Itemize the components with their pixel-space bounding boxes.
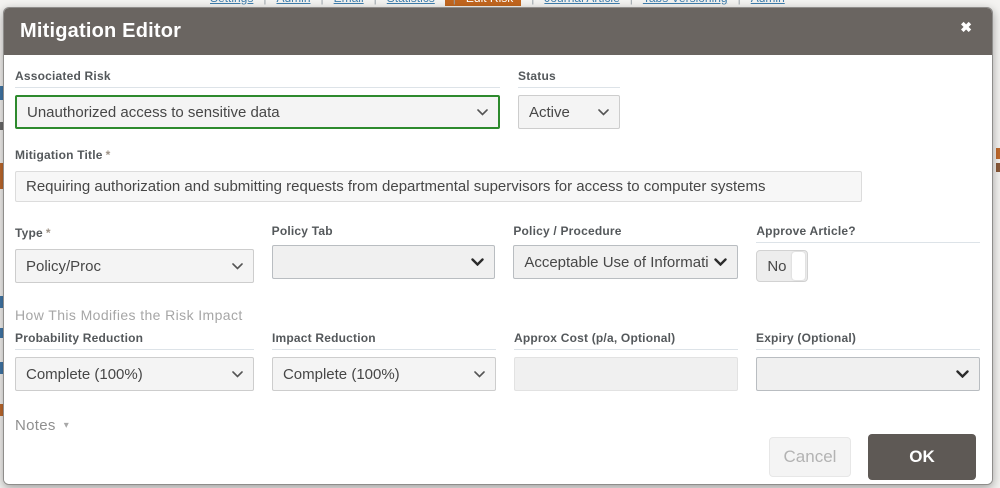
close-icon[interactable]: ✖	[956, 18, 976, 36]
policy-procedure-label: Policy / Procedure	[513, 224, 738, 238]
status-label: Status	[518, 69, 620, 88]
row-mitigation-title: Mitigation Title* Requiring authorizatio…	[15, 146, 862, 202]
mitigation-title-label: Mitigation Title	[15, 148, 103, 162]
row-type-policy: Type* Policy/Proc Policy Tab Policy / Pr…	[15, 224, 980, 283]
notes-expander[interactable]: Notes ▾	[15, 417, 980, 434]
probability-reduction-label: Probability Reduction	[15, 331, 254, 350]
notes-label: Notes	[15, 417, 56, 434]
cancel-button[interactable]: Cancel	[769, 437, 851, 477]
policy-tab-label: Policy Tab	[272, 224, 496, 238]
required-asterisk: *	[106, 148, 111, 162]
dialog-header: Mitigation Editor ✖	[4, 8, 992, 55]
impact-reduction-select[interactable]: Complete (100%)	[272, 357, 496, 391]
expiry-select[interactable]	[756, 357, 980, 391]
type-select[interactable]: Policy/Proc	[15, 249, 254, 283]
background-nav-links: Settings Admin Email Statistics Edit Ris…	[210, 0, 785, 7]
background-link[interactable]: Settings	[210, 0, 253, 6]
policy-procedure-value: Acceptable Use of Informati	[524, 254, 708, 271]
approve-article-label: Approve Article?	[756, 224, 980, 243]
mitigation-title-value: Requiring authorization and submitting r…	[26, 178, 766, 195]
dialog-footer: Cancel OK	[15, 434, 980, 482]
associated-risk-value: Unauthorized access to sensitive data	[27, 104, 471, 121]
dialog-title: Mitigation Editor	[20, 20, 181, 43]
type-value: Policy/Proc	[26, 258, 226, 275]
required-asterisk: *	[46, 226, 51, 240]
background-link[interactable]: Tabs Versioning	[630, 0, 728, 6]
expiry-label: Expiry (Optional)	[756, 331, 980, 350]
row-reductions-cost-expiry: Probability Reduction Complete (100%) Im…	[15, 331, 980, 391]
approve-article-toggle[interactable]: No	[756, 250, 808, 282]
policy-tab-select[interactable]	[272, 245, 496, 279]
probability-reduction-value: Complete (100%)	[26, 366, 226, 383]
mitigation-editor-dialog: Mitigation Editor ✖ Associated Risk Unau…	[3, 7, 993, 485]
chevron-down-icon	[714, 258, 727, 266]
approve-article-value: No	[767, 258, 786, 275]
risk-impact-section-heading: How This Modifies the Risk Impact	[15, 307, 980, 323]
chevron-down-icon	[956, 370, 969, 378]
dialog-body: Associated Risk Unauthorized access to s…	[4, 55, 992, 485]
chevron-down-icon	[232, 263, 243, 270]
approx-cost-input[interactable]	[514, 357, 738, 391]
status-select[interactable]: Active	[518, 95, 620, 129]
caret-down-icon: ▾	[64, 420, 69, 431]
impact-reduction-value: Complete (100%)	[283, 366, 468, 383]
policy-procedure-select[interactable]: Acceptable Use of Informati	[513, 245, 738, 279]
chevron-down-icon	[474, 371, 485, 378]
chevron-down-icon	[471, 258, 484, 266]
mitigation-title-label-wrap: Mitigation Title*	[15, 146, 862, 164]
probability-reduction-select[interactable]: Complete (100%)	[15, 357, 254, 391]
impact-reduction-label: Impact Reduction	[272, 331, 496, 350]
page-edge-fragment	[996, 163, 1000, 172]
background-link[interactable]: Admin	[738, 0, 785, 6]
mitigation-title-input[interactable]: Requiring authorization and submitting r…	[15, 171, 862, 202]
associated-risk-label: Associated Risk	[15, 69, 500, 88]
approx-cost-label: Approx Cost (p/a, Optional)	[514, 331, 738, 350]
chevron-down-icon	[232, 371, 243, 378]
page-edge-fragment	[996, 148, 1000, 159]
type-label-wrap: Type*	[15, 224, 254, 242]
background-link[interactable]: Admin	[263, 0, 310, 6]
background-link[interactable]: Statistics	[374, 0, 435, 6]
status-value: Active	[529, 104, 592, 121]
background-link[interactable]: Journal Article	[531, 0, 620, 6]
background-link-highlighted[interactable]: Edit Risk	[445, 0, 521, 6]
chevron-down-icon	[477, 109, 488, 116]
type-label: Type	[15, 226, 43, 240]
chevron-down-icon	[598, 109, 609, 116]
row-associated-risk-status: Associated Risk Unauthorized access to s…	[15, 69, 980, 129]
ok-button[interactable]: OK	[868, 434, 976, 480]
toggle-knob	[792, 252, 805, 280]
background-link[interactable]: Email	[321, 0, 364, 6]
associated-risk-select[interactable]: Unauthorized access to sensitive data	[15, 95, 500, 129]
